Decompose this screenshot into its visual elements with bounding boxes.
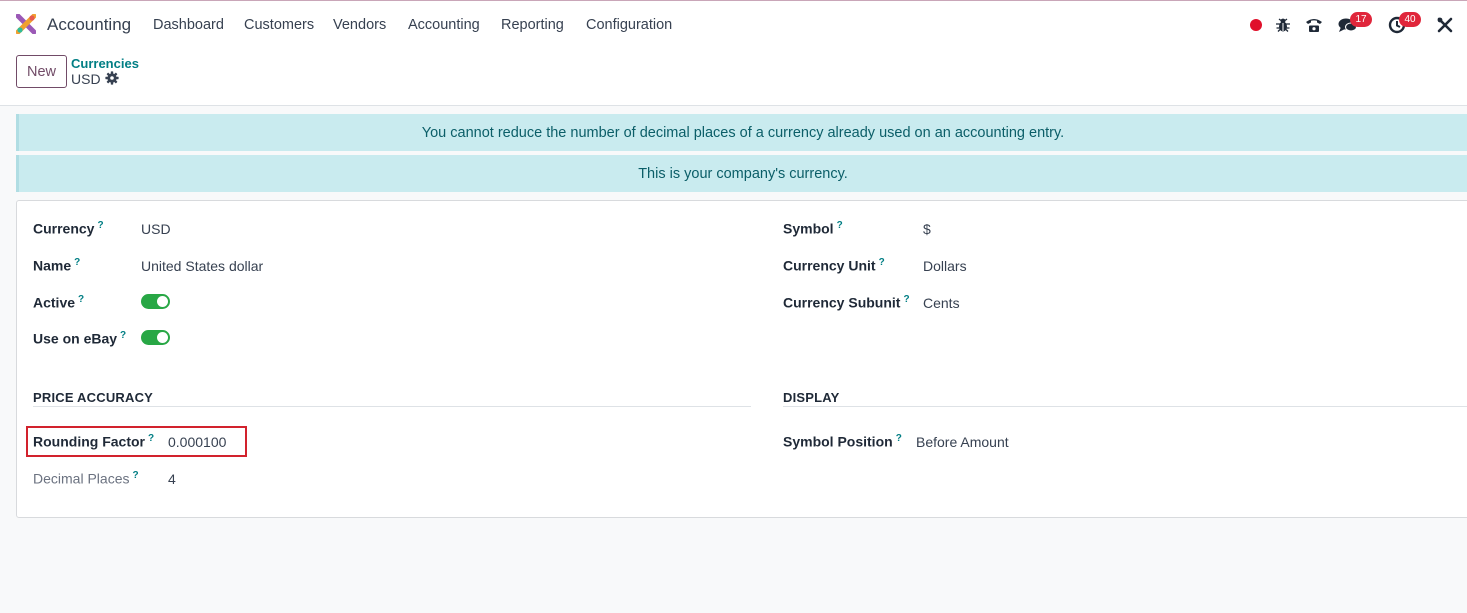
rounding-factor-field[interactable]: 0.000100 [168,434,226,450]
decimal-warning-text: You cannot reduce the number of decimal … [421,124,1065,141]
name-field[interactable]: United States dollar [141,258,263,274]
currency-label-text: Currency [33,220,95,237]
symbol-label-text: Symbol [783,220,834,237]
currency-subunit-field[interactable]: Cents [923,295,960,311]
company-currency-text: This is your company's currency. [638,165,848,182]
name-label-text: Name [33,257,72,274]
status-dot-icon[interactable] [1246,15,1266,35]
display-divider [783,406,1467,407]
symbol-position-label-text: Symbol Position [783,433,893,450]
currency-unit-field[interactable]: Dollars [923,258,967,274]
decimal-warning-alert: You cannot reduce the number of decimal … [16,114,1467,151]
symbol-label: Symbol? [783,220,843,237]
decimal-places-label: Decimal Places? [33,470,139,487]
help-tooltip-icon[interactable]: ? [132,470,138,481]
help-tooltip-icon[interactable]: ? [97,220,103,231]
menu-configuration[interactable]: Configuration [586,17,672,33]
menu-accounting[interactable]: Accounting [408,17,480,33]
symbol-position-field[interactable]: Before Amount [916,434,1009,450]
currency-field[interactable]: USD [141,221,171,237]
tools-icon[interactable] [1435,15,1455,35]
help-tooltip-icon[interactable]: ? [903,294,909,305]
help-tooltip-icon[interactable]: ? [120,330,126,341]
use-on-ebay-label-text: Use on eBay [33,330,118,347]
bug-icon[interactable] [1273,15,1293,35]
phone-icon[interactable] [1304,15,1324,35]
help-tooltip-icon[interactable]: ? [148,433,154,444]
help-tooltip-icon[interactable]: ? [879,257,885,268]
decimal-places-value: 4 [168,471,176,487]
help-tooltip-icon[interactable]: ? [74,257,80,268]
menu-reporting[interactable]: Reporting [501,17,564,33]
currency-subunit-label: Currency Subunit? [783,294,910,311]
breadcrumb-current-record: USD [71,71,101,87]
active-label: Active? [33,294,84,311]
activity-badge: 40 [1399,12,1421,27]
symbol-field[interactable]: $ [923,221,931,237]
use-on-ebay-label: Use on eBay? [33,330,126,347]
currency-subunit-label-text: Currency Subunit [783,294,901,311]
form-sheet: Currency? USD Name? United States dollar… [16,200,1467,518]
currency-label: Currency? [33,220,104,237]
control-panel: New Currencies USD [0,48,1467,106]
currency-unit-label: Currency Unit? [783,257,885,274]
active-toggle[interactable] [141,294,170,309]
accounting-app-icon[interactable] [15,13,37,35]
chat-badge: 17 [1350,12,1372,27]
help-tooltip-icon[interactable]: ? [78,294,84,305]
company-currency-alert: This is your company's currency. [16,155,1467,192]
price-accuracy-divider [33,406,751,407]
help-tooltip-icon[interactable]: ? [837,220,843,231]
app-title[interactable]: Accounting [47,15,131,35]
symbol-position-label: Symbol Position? [783,433,902,450]
decimal-places-label-text: Decimal Places [33,470,130,487]
top-navbar: Accounting Dashboard Customers Vendors A… [0,0,1467,48]
menu-vendors[interactable]: Vendors [333,17,386,33]
gear-icon[interactable] [105,71,119,88]
name-label: Name? [33,257,80,274]
display-heading: DISPLAY [783,390,840,405]
currency-unit-label-text: Currency Unit [783,257,876,274]
breadcrumb-currencies[interactable]: Currencies [71,56,139,71]
active-label-text: Active [33,294,76,311]
rounding-factor-label-text: Rounding Factor [33,433,145,450]
help-tooltip-icon[interactable]: ? [896,433,902,444]
new-button[interactable]: New [16,55,67,88]
menu-dashboard[interactable]: Dashboard [153,17,224,33]
rounding-factor-label: Rounding Factor? [33,433,154,450]
menu-customers[interactable]: Customers [244,17,314,33]
price-accuracy-heading: PRICE ACCURACY [33,390,154,405]
use-on-ebay-toggle[interactable] [141,330,170,345]
